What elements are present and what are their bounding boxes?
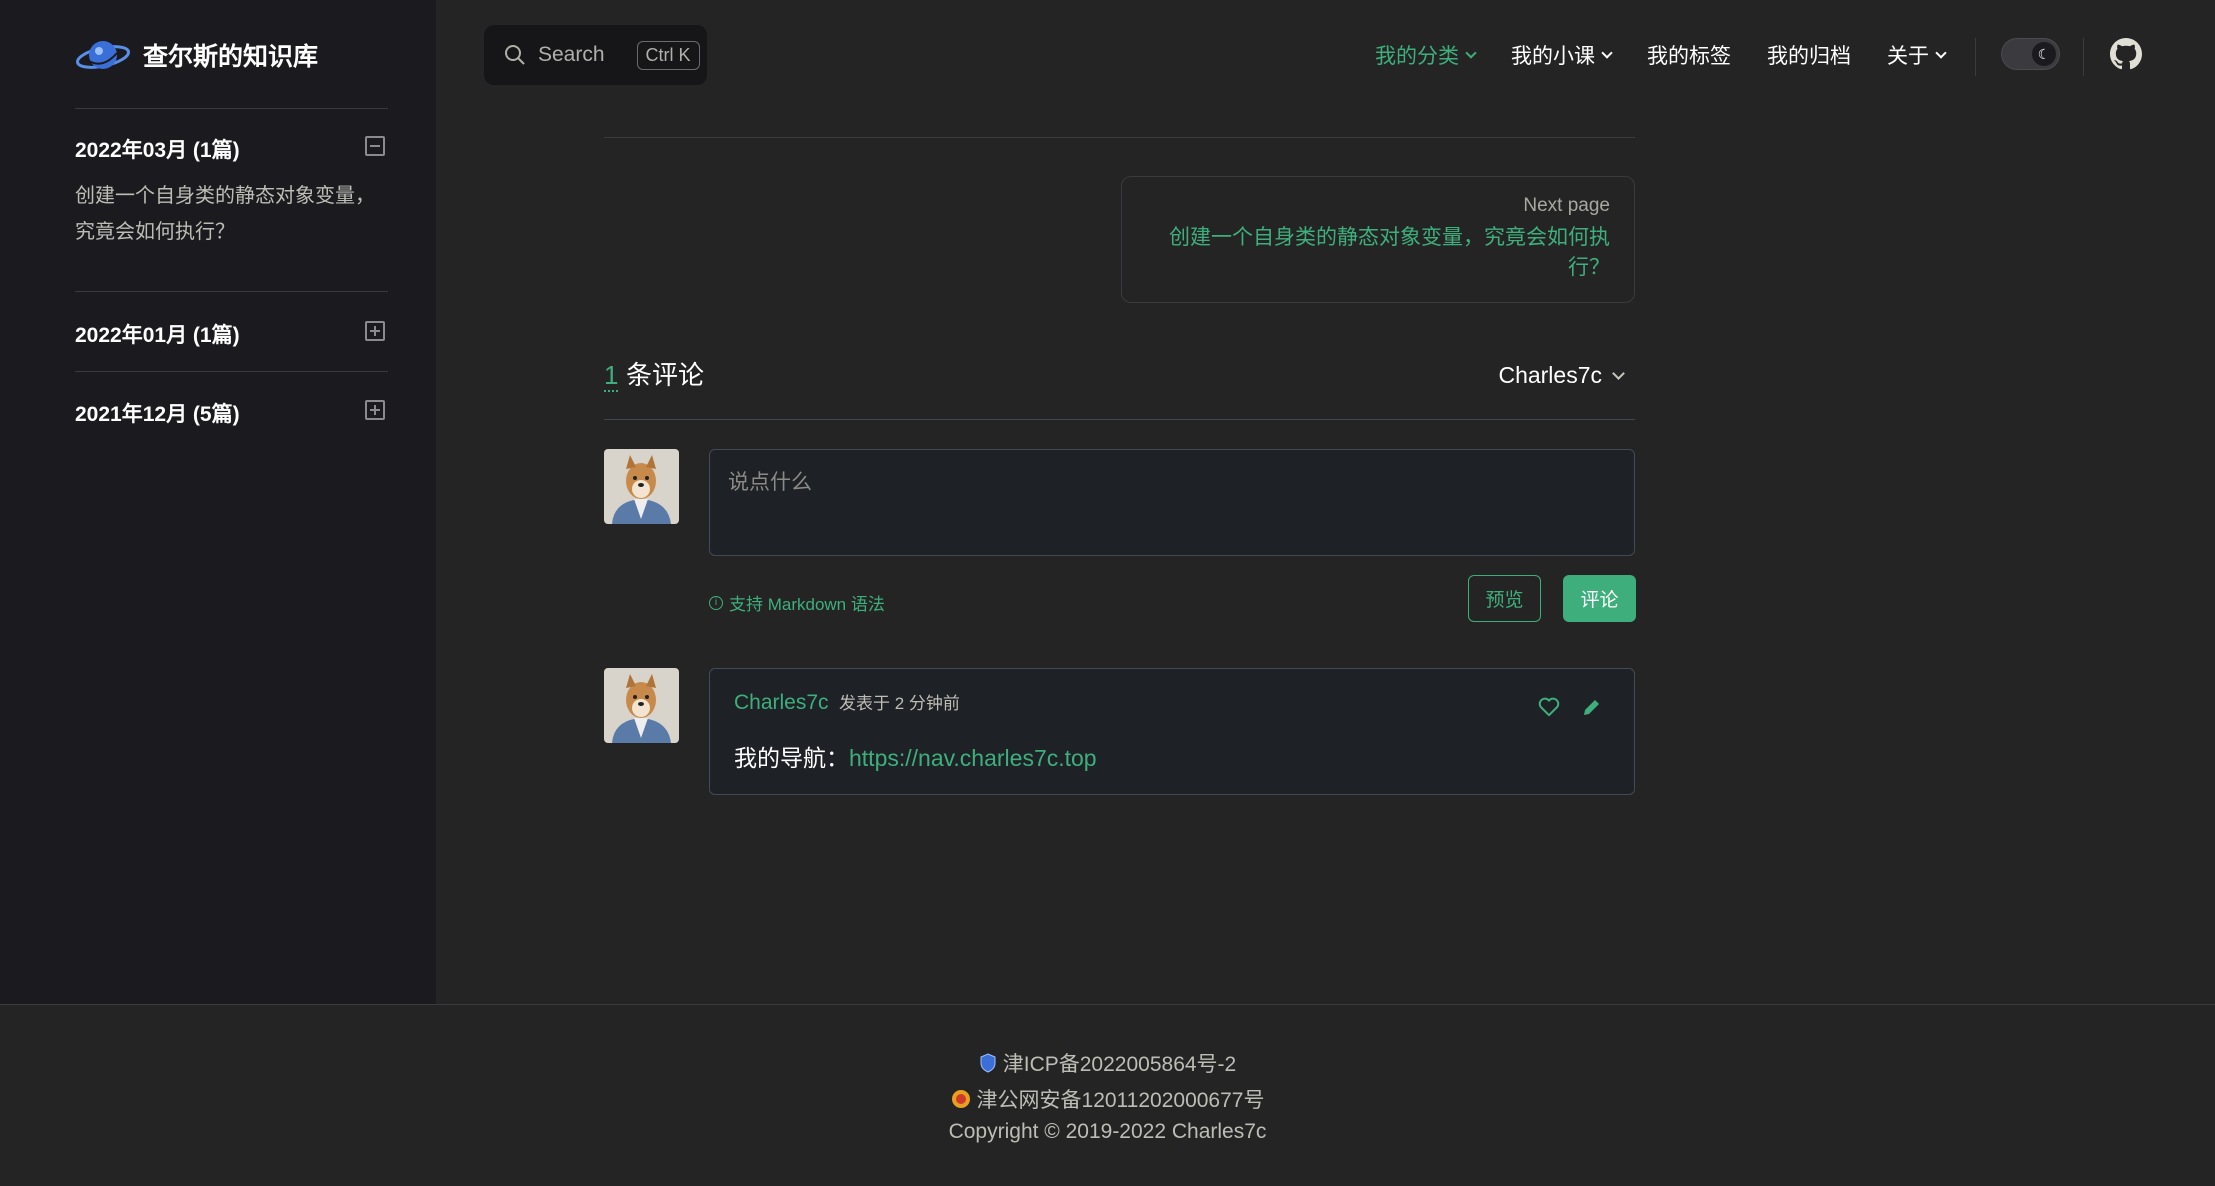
divider bbox=[604, 137, 1635, 138]
chevron-down-icon bbox=[1935, 47, 1947, 59]
brand-link[interactable]: 查尔斯的知识库 bbox=[75, 32, 318, 78]
archive-group-title[interactable]: 2022年03月 (1篇) bbox=[75, 134, 240, 164]
nav-label: 我的小课 bbox=[1511, 45, 1595, 68]
divider bbox=[75, 291, 388, 292]
sidebar: 查尔斯的知识库 2022年03月 (1篇) 创建一个自身类的静态对象变量，究竟会… bbox=[0, 0, 436, 1004]
archive-group-title[interactable]: 2021年12月 (5篇) bbox=[75, 398, 240, 428]
search-icon bbox=[505, 45, 525, 65]
expand-icon[interactable] bbox=[365, 400, 385, 420]
preview-button[interactable]: 预览 bbox=[1468, 575, 1541, 622]
theme-toggle[interactable]: ☾ bbox=[2001, 38, 2060, 70]
copyright: Copyright © 2019-2022 Charles7c bbox=[0, 1120, 2215, 1144]
moon-icon: ☾ bbox=[2032, 42, 2056, 66]
police-text: 津公网安备12011202000677号 bbox=[976, 1089, 1265, 1112]
divider bbox=[75, 108, 388, 109]
copyright-text: Copyright © 2019-2022 Charles7c bbox=[948, 1120, 1267, 1143]
archive-post-link[interactable]: 创建一个自身类的静态对象变量，究竟会如何执行？ bbox=[75, 178, 375, 250]
comments-header: 1 条评论 Charles7c bbox=[604, 360, 1635, 420]
nav-item-categories[interactable]: 我的分类 bbox=[1375, 40, 1477, 70]
nav-item-about[interactable]: 关于 bbox=[1887, 40, 1947, 70]
next-page-label: Next page bbox=[1523, 195, 1610, 216]
divider bbox=[2083, 38, 2084, 76]
info-icon: i bbox=[709, 595, 723, 610]
icp-record[interactable]: 津ICP备2022005864号-2 bbox=[0, 1048, 2215, 1078]
footer: 津ICP备2022005864号-2 津公网安备12011202000677号 … bbox=[0, 1004, 2215, 1186]
markdown-hint[interactable]: i 支持 Markdown 语法 bbox=[709, 590, 885, 615]
current-user: Charles7c bbox=[1498, 362, 1602, 388]
planet-logo-icon bbox=[75, 41, 131, 69]
nav-label: 我的分类 bbox=[1375, 45, 1459, 68]
comment-actions bbox=[1538, 697, 1602, 717]
comment-item: Charles7c 发表于 2 分钟前 我的导航：https://nav.cha… bbox=[709, 668, 1635, 795]
heart-icon[interactable] bbox=[1538, 697, 1560, 717]
top-nav: 我的分类 我的小课 我的标签 我的归档 关于 bbox=[1375, 38, 1947, 72]
github-icon[interactable] bbox=[2110, 38, 2142, 70]
collapse-icon[interactable] bbox=[365, 136, 385, 156]
avatar bbox=[604, 449, 679, 524]
comment-count-label: 条评论 bbox=[626, 360, 705, 390]
divider bbox=[75, 371, 388, 372]
nav-label: 关于 bbox=[1887, 45, 1929, 68]
next-page-link[interactable]: Next page 创建一个自身类的静态对象变量，究竟会如何执行？ bbox=[1121, 176, 1635, 303]
police-record[interactable]: 津公网安备12011202000677号 bbox=[0, 1084, 2215, 1114]
divider bbox=[1975, 38, 1976, 76]
search-button[interactable]: Search Ctrl K bbox=[484, 25, 707, 85]
chevron-down-icon bbox=[1465, 47, 1477, 59]
expand-icon[interactable] bbox=[365, 321, 385, 341]
comment-input[interactable] bbox=[709, 449, 1635, 556]
comment-text: 我的导航： bbox=[734, 745, 849, 771]
avatar bbox=[604, 668, 679, 743]
comment-author[interactable]: Charles7c bbox=[734, 691, 829, 714]
nav-label: 我的标签 bbox=[1647, 45, 1731, 68]
chevron-down-icon bbox=[1612, 367, 1625, 380]
markdown-hint-label: 支持 Markdown 语法 bbox=[729, 595, 885, 614]
icp-text: 津ICP备2022005864号-2 bbox=[1002, 1053, 1237, 1076]
nav-item-archives[interactable]: 我的归档 bbox=[1767, 40, 1851, 70]
brand-name: 查尔斯的知识库 bbox=[143, 43, 319, 71]
archive-group-title[interactable]: 2022年01月 (1篇) bbox=[75, 319, 240, 349]
user-menu[interactable]: Charles7c bbox=[1498, 362, 1625, 389]
shield-icon bbox=[980, 1053, 996, 1073]
chevron-down-icon bbox=[1601, 47, 1613, 59]
comment-body: 我的导航：https://nav.charles7c.top bbox=[734, 739, 1610, 773]
comment-link[interactable]: https://nav.charles7c.top bbox=[849, 745, 1097, 771]
search-shortcut: Ctrl K bbox=[636, 40, 700, 70]
nav-item-courses[interactable]: 我的小课 bbox=[1511, 40, 1613, 70]
submit-comment-button[interactable]: 评论 bbox=[1563, 575, 1636, 622]
police-badge-icon bbox=[951, 1090, 970, 1108]
nav-label: 我的归档 bbox=[1767, 45, 1851, 68]
edit-icon[interactable] bbox=[1582, 697, 1602, 717]
next-page-title: 创建一个自身类的静态对象变量，究竟会如何执行？ bbox=[1169, 226, 1610, 279]
search-label: Search bbox=[538, 43, 605, 66]
nav-item-tags[interactable]: 我的标签 bbox=[1647, 40, 1731, 70]
comment-meta: 发表于 2 分钟前 bbox=[839, 694, 960, 713]
comment-count: 1 bbox=[604, 360, 619, 392]
